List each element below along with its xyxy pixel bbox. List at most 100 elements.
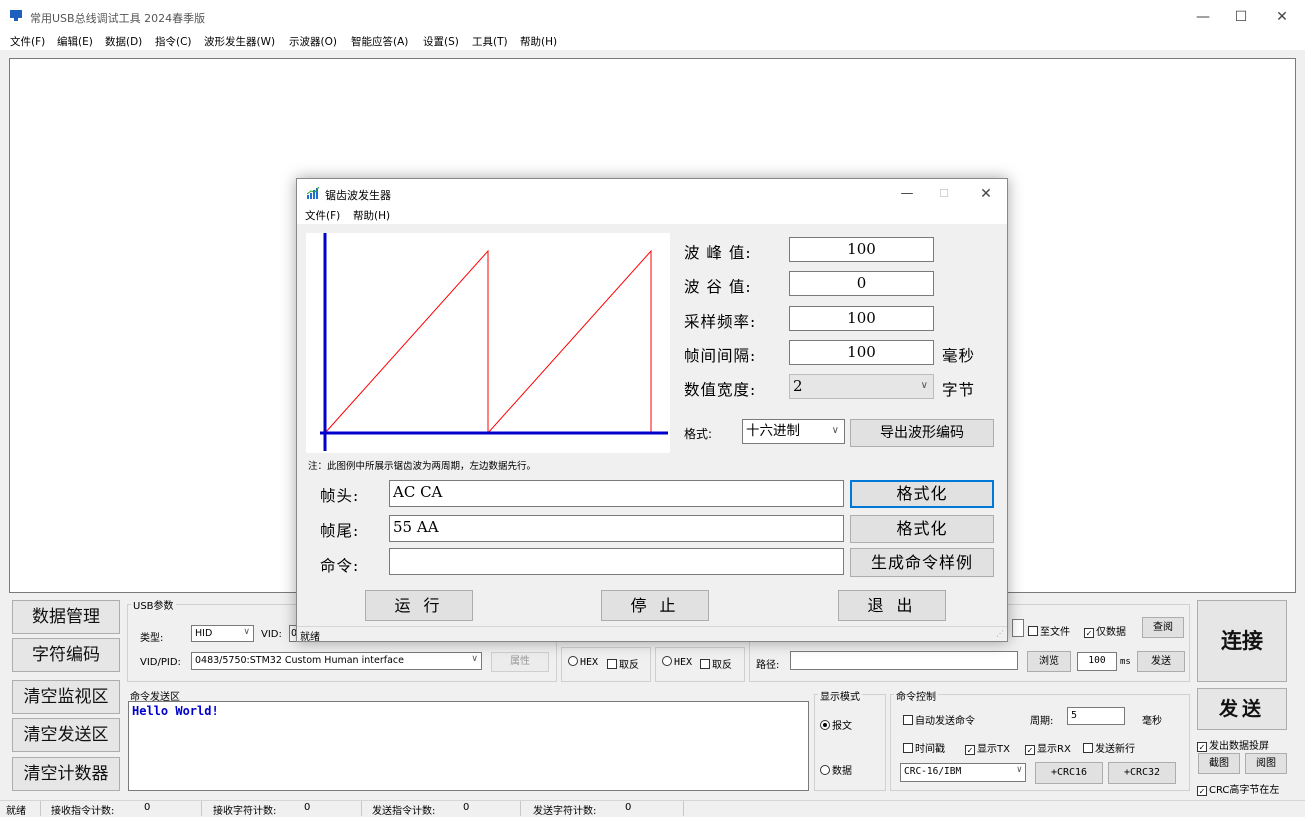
invert2-checkbox[interactable]: 取反: [700, 656, 732, 671]
period-label: 周期:: [1030, 716, 1054, 727]
dialog-close-button[interactable]: ✕: [966, 181, 1006, 207]
frame-header-input[interactable]: AC CA: [389, 480, 844, 507]
crc-high-left-checkbox[interactable]: ✓ CRC高字节在左: [1197, 781, 1279, 796]
peak-input[interactable]: 100: [789, 237, 934, 262]
close-button[interactable]: ✕: [1262, 4, 1302, 30]
timestamp-checkbox[interactable]: 时间戳: [903, 740, 945, 755]
chart-icon: [307, 187, 320, 199]
send-textarea[interactable]: Hello World!: [128, 701, 809, 791]
menu-file[interactable]: 文件(F): [10, 34, 45, 49]
dialog-title-bar: 锯齿波发生器 — ☐ ✕: [297, 179, 1007, 207]
save-field[interactable]: [1012, 619, 1024, 637]
send-cmd-value: 0: [463, 802, 470, 813]
screenshot-button[interactable]: 截图: [1198, 753, 1240, 774]
timed-send-button[interactable]: 发送: [1137, 651, 1185, 672]
generate-command-button[interactable]: 生成命令样例: [850, 548, 994, 577]
hex2-radio[interactable]: HEX: [662, 656, 692, 668]
menu-settings[interactable]: 设置(S): [423, 34, 459, 49]
sample-rate-input[interactable]: 100: [789, 306, 934, 331]
display-mode-label: 显示模式: [818, 688, 862, 703]
menu-bar: 文件(F) 编辑(E) 数据(D) 指令(C) 波形发生器(W) 示波器(O) …: [0, 33, 1305, 50]
menu-waveform[interactable]: 波形发生器(W): [204, 34, 275, 49]
recv-cmd-value: 0: [144, 802, 151, 813]
run-button[interactable]: 运 行: [365, 590, 473, 621]
type-label: 类型:: [140, 633, 164, 644]
data-mode-radio[interactable]: 数据: [820, 762, 852, 777]
sample-rate-label: 采样频率:: [684, 313, 757, 331]
view-image-button[interactable]: 阅图: [1245, 753, 1287, 774]
dialog-maximize-button[interactable]: ☐: [924, 181, 964, 207]
format-header-button[interactable]: 格式化: [850, 480, 994, 508]
show-rx-checkbox[interactable]: ✓ 显示RX: [1025, 740, 1071, 755]
chevron-down-icon: ∨: [1016, 765, 1022, 775]
clear-counter-button[interactable]: 清空计数器: [12, 757, 120, 791]
app-icon: [10, 10, 22, 21]
send-data-project-checkbox[interactable]: ✓ 发出数据投屏: [1197, 737, 1269, 752]
auto-send-checkbox[interactable]: 自动发送命令: [903, 712, 975, 727]
clear-send-button[interactable]: 清空发送区: [12, 718, 120, 752]
chevron-down-icon: ∨: [831, 425, 839, 436]
chevron-down-icon: ∨: [471, 654, 478, 664]
crc-combo[interactable]: CRC-16/IBM ∨: [900, 763, 1026, 782]
menu-help[interactable]: 帮助(H): [520, 34, 557, 49]
invert1-checkbox[interactable]: 取反: [607, 656, 639, 671]
frame-tail-input[interactable]: 55 AA: [389, 515, 844, 542]
send-text: Hello World!: [132, 704, 219, 718]
crc16-button[interactable]: +CRC16: [1035, 762, 1103, 784]
data-manage-button[interactable]: 数据管理: [12, 600, 120, 634]
menu-edit[interactable]: 编辑(E): [57, 34, 93, 49]
clear-monitor-button[interactable]: 清空监视区: [12, 680, 120, 714]
path-input[interactable]: [790, 651, 1018, 670]
dialog-status-text: 就绪: [300, 632, 320, 643]
connect-button[interactable]: 连接: [1197, 600, 1287, 682]
only-data-checkbox[interactable]: ✓ 仅数据: [1084, 623, 1126, 638]
value-width-combo[interactable]: 2 ∨: [789, 374, 934, 399]
dialog-minimize-button[interactable]: —: [887, 181, 927, 207]
frame-interval-input[interactable]: 100: [789, 340, 934, 365]
menu-data[interactable]: 数据(D): [105, 34, 142, 49]
command-input[interactable]: [389, 548, 844, 575]
peak-label: 波 峰 值:: [684, 244, 752, 262]
command-control-label: 命令控制: [894, 688, 938, 703]
hex1-radio[interactable]: HEX: [568, 656, 598, 668]
vidpid-label: VID/PID:: [140, 657, 181, 668]
stop-button[interactable]: 停 止: [601, 590, 709, 621]
plot-note: 注：此图例中所展示锯齿波为两周期，左边数据先行。: [308, 461, 537, 472]
app-title: 常用USB总线调试工具 2024春季版: [30, 12, 206, 25]
minimize-button[interactable]: —: [1183, 4, 1223, 30]
text-mode-radio[interactable]: 报文: [820, 717, 852, 732]
period-input[interactable]: 5: [1067, 707, 1125, 725]
send-newline-checkbox[interactable]: 发送新行: [1083, 740, 1135, 755]
type-combo[interactable]: HID ∨: [191, 625, 254, 642]
frame-tail-label: 帧尾:: [320, 522, 360, 540]
crc32-button[interactable]: +CRC32: [1108, 762, 1176, 784]
valley-input[interactable]: 0: [789, 271, 934, 296]
value-width-label: 数值宽度:: [684, 381, 757, 399]
menu-command[interactable]: 指令(C): [155, 34, 192, 49]
format-tail-button[interactable]: 格式化: [850, 515, 994, 543]
props-button[interactable]: 属性: [491, 652, 549, 672]
to-file-checkbox[interactable]: 至文件: [1028, 623, 1070, 638]
menu-tools[interactable]: 工具(T): [472, 34, 508, 49]
valley-label: 波 谷 值:: [684, 278, 752, 296]
browse-button[interactable]: 浏览: [1027, 651, 1071, 672]
show-tx-checkbox[interactable]: ✓ 显示TX: [965, 740, 1010, 755]
exit-button[interactable]: 退 出: [838, 590, 946, 621]
interval-input[interactable]: 100: [1077, 652, 1117, 671]
format-combo[interactable]: 十六进制 ∨: [742, 419, 845, 444]
char-encoding-button[interactable]: 字符编码: [12, 638, 120, 672]
dialog-menu-file[interactable]: 文件(F): [305, 208, 340, 223]
frame-interval-label: 帧间间隔:: [684, 347, 757, 365]
export-wave-button[interactable]: 导出波形编码: [850, 419, 994, 447]
dialog-title: 锯齿波发生器: [325, 189, 391, 202]
vid-label: VID:: [261, 629, 282, 640]
maximize-button[interactable]: ☐: [1221, 4, 1261, 30]
resize-grip-icon[interactable]: ⋰: [996, 629, 1004, 638]
dialog-menu-help[interactable]: 帮助(H): [353, 208, 390, 223]
menu-oscilloscope[interactable]: 示波器(O): [289, 34, 337, 49]
send-char-value: 0: [625, 802, 632, 813]
vidpid-combo[interactable]: 0483/5750:STM32 Custom Human interface ∨: [191, 652, 482, 670]
menu-smart-reply[interactable]: 智能应答(A): [351, 34, 408, 49]
view-button[interactable]: 查阅: [1142, 617, 1184, 638]
send-button[interactable]: 发送: [1197, 688, 1287, 730]
